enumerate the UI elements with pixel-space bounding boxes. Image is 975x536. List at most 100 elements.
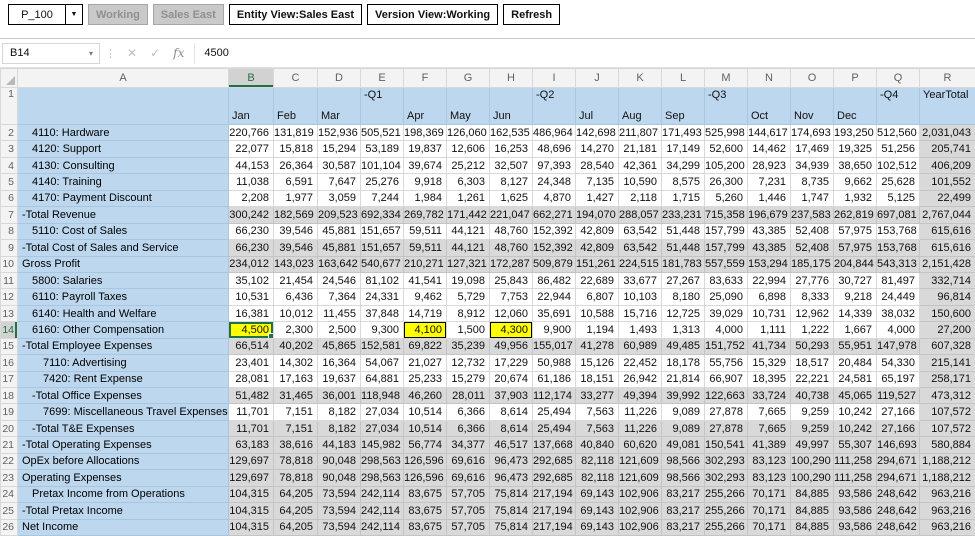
row-label-22[interactable]: OpEx before Allocations <box>17 452 229 471</box>
cell-R23[interactable]: 1,188,212 <box>919 469 975 487</box>
cell-J7[interactable]: 194,070 <box>575 206 619 224</box>
cell-K10[interactable]: 224,515 <box>618 255 662 273</box>
cell-B2[interactable]: 220,766 <box>228 123 274 142</box>
cell-Q11[interactable]: 81,497 <box>876 271 920 290</box>
cell-F6[interactable]: 1,984 <box>403 189 447 208</box>
cell-J6[interactable]: 1,427 <box>575 189 619 208</box>
cell-M7[interactable]: 715,358 <box>704 206 748 224</box>
cell-P7[interactable]: 262,819 <box>833 206 877 224</box>
cell-J4[interactable]: 28,540 <box>575 156 619 175</box>
cell-D22[interactable]: 90,048 <box>317 452 361 471</box>
cell-O9[interactable]: 52,408 <box>790 239 834 257</box>
cell-N6[interactable]: 1,446 <box>747 189 791 208</box>
cell-M2[interactable]: 525,998 <box>704 123 748 142</box>
cell-C3[interactable]: 15,818 <box>273 140 318 158</box>
cell-H4[interactable]: 32,507 <box>489 156 533 175</box>
cell-J21[interactable]: 40,840 <box>575 436 619 454</box>
col-header-Q[interactable]: Q <box>876 68 920 88</box>
working-button[interactable]: Working <box>88 4 148 25</box>
cell-B5[interactable]: 11,038 <box>228 173 274 191</box>
cell-L2[interactable]: 171,493 <box>661 123 705 142</box>
cell-G24[interactable]: 57,705 <box>446 485 490 504</box>
cell-L16[interactable]: 18,178 <box>661 354 705 372</box>
cell-L1[interactable]: Sep <box>661 87 705 125</box>
cell-P10[interactable]: 204,844 <box>833 255 877 273</box>
cell-J5[interactable]: 7,135 <box>575 173 619 191</box>
cell-B10[interactable]: 234,012 <box>228 255 274 273</box>
cell-H6[interactable]: 1,625 <box>489 189 533 208</box>
cell-E15[interactable]: 152,581 <box>360 337 404 356</box>
cell-L19[interactable]: 9,089 <box>661 403 705 421</box>
col-header-I[interactable]: I <box>532 68 576 88</box>
cell-B22[interactable]: 129,697 <box>228 452 274 471</box>
cell-G16[interactable]: 12,732 <box>446 354 490 372</box>
cell-I11[interactable]: 86,482 <box>532 271 576 290</box>
cell-K16[interactable]: 22,452 <box>618 354 662 372</box>
cell-L17[interactable]: 21,814 <box>661 370 705 389</box>
row-label-15[interactable]: -Total Employee Expenses <box>17 337 229 356</box>
cell-B6[interactable]: 2,208 <box>228 189 274 208</box>
cell-R7[interactable]: 2,767,044 <box>919 206 975 224</box>
cell-F15[interactable]: 69,822 <box>403 337 447 356</box>
cell-H2[interactable]: 162,535 <box>489 123 533 142</box>
cell-I2[interactable]: 486,964 <box>532 123 576 142</box>
cell-Q8[interactable]: 153,768 <box>876 222 920 241</box>
cell-D11[interactable]: 24,546 <box>317 271 361 290</box>
cell-N11[interactable]: 22,994 <box>747 271 791 290</box>
cell-P16[interactable]: 20,484 <box>833 354 877 372</box>
row-header-13[interactable]: 13 <box>0 304 18 323</box>
cell-K6[interactable]: 2,118 <box>618 189 662 208</box>
cell-G9[interactable]: 44,121 <box>446 239 490 257</box>
cell-D24[interactable]: 73,594 <box>317 485 361 504</box>
cell-Q25[interactable]: 248,642 <box>876 502 920 520</box>
row-label-25[interactable]: -Total Pretax Income <box>17 502 229 520</box>
cell-O4[interactable]: 34,939 <box>790 156 834 175</box>
cell-I8[interactable]: 152,392 <box>532 222 576 241</box>
cell-J25[interactable]: 69,143 <box>575 502 619 520</box>
dropdown-arrow-icon[interactable]: ▼ <box>65 4 83 25</box>
row-label-6[interactable]: 4170: Payment Discount <box>17 189 229 208</box>
cell-F11[interactable]: 41,541 <box>403 271 447 290</box>
cell-L14[interactable]: 1,313 <box>661 321 705 339</box>
cell-M3[interactable]: 52,600 <box>704 140 748 158</box>
cell-K12[interactable]: 10,103 <box>618 288 662 306</box>
cell-N20[interactable]: 7,665 <box>747 419 791 438</box>
cell-I22[interactable]: 292,685 <box>532 452 576 471</box>
cell-P24[interactable]: 93,586 <box>833 485 877 504</box>
cell-Q21[interactable]: 146,693 <box>876 436 920 454</box>
row-label-7[interactable]: -Total Revenue <box>17 206 229 224</box>
cell-L10[interactable]: 181,783 <box>661 255 705 273</box>
row-header-14[interactable]: 14 <box>0 321 18 339</box>
cell-O16[interactable]: 18,517 <box>790 354 834 372</box>
cell-J14[interactable]: 1,194 <box>575 321 619 339</box>
cell-B7[interactable]: 300,242 <box>228 206 274 224</box>
cell-N23[interactable]: 83,123 <box>747 469 791 487</box>
cell-Q9[interactable]: 153,768 <box>876 239 920 257</box>
cancel-icon[interactable]: ✕ <box>127 46 137 60</box>
cell-C5[interactable]: 6,591 <box>273 173 318 191</box>
cell-H23[interactable]: 96,473 <box>489 469 533 487</box>
cell-F3[interactable]: 19,837 <box>403 140 447 158</box>
cell-M13[interactable]: 39,029 <box>704 304 748 323</box>
row-label-17[interactable]: 7420: Rent Expense <box>17 370 229 389</box>
cell-J10[interactable]: 151,261 <box>575 255 619 273</box>
cell-K24[interactable]: 102,906 <box>618 485 662 504</box>
row-header-8[interactable]: 8 <box>0 222 18 241</box>
cell-G2[interactable]: 126,060 <box>446 123 490 142</box>
cell-E3[interactable]: 53,189 <box>360 140 404 158</box>
cell-E21[interactable]: 145,982 <box>360 436 404 454</box>
cell-C22[interactable]: 78,818 <box>273 452 318 471</box>
row-header-11[interactable]: 11 <box>0 271 18 290</box>
cell-O7[interactable]: 237,583 <box>790 206 834 224</box>
cell-R19[interactable]: 107,572 <box>919 403 975 421</box>
cell-F16[interactable]: 21,027 <box>403 354 447 372</box>
cell-H3[interactable]: 16,253 <box>489 140 533 158</box>
cell-H18[interactable]: 37,903 <box>489 386 533 405</box>
cell-K4[interactable]: 42,361 <box>618 156 662 175</box>
row-header-4[interactable]: 4 <box>0 156 18 175</box>
cell-O25[interactable]: 84,885 <box>790 502 834 520</box>
col-header-P[interactable]: P <box>833 68 877 88</box>
cell-M18[interactable]: 122,663 <box>704 386 748 405</box>
cell-K20[interactable]: 11,226 <box>618 419 662 438</box>
cell-L5[interactable]: 8,575 <box>661 173 705 191</box>
